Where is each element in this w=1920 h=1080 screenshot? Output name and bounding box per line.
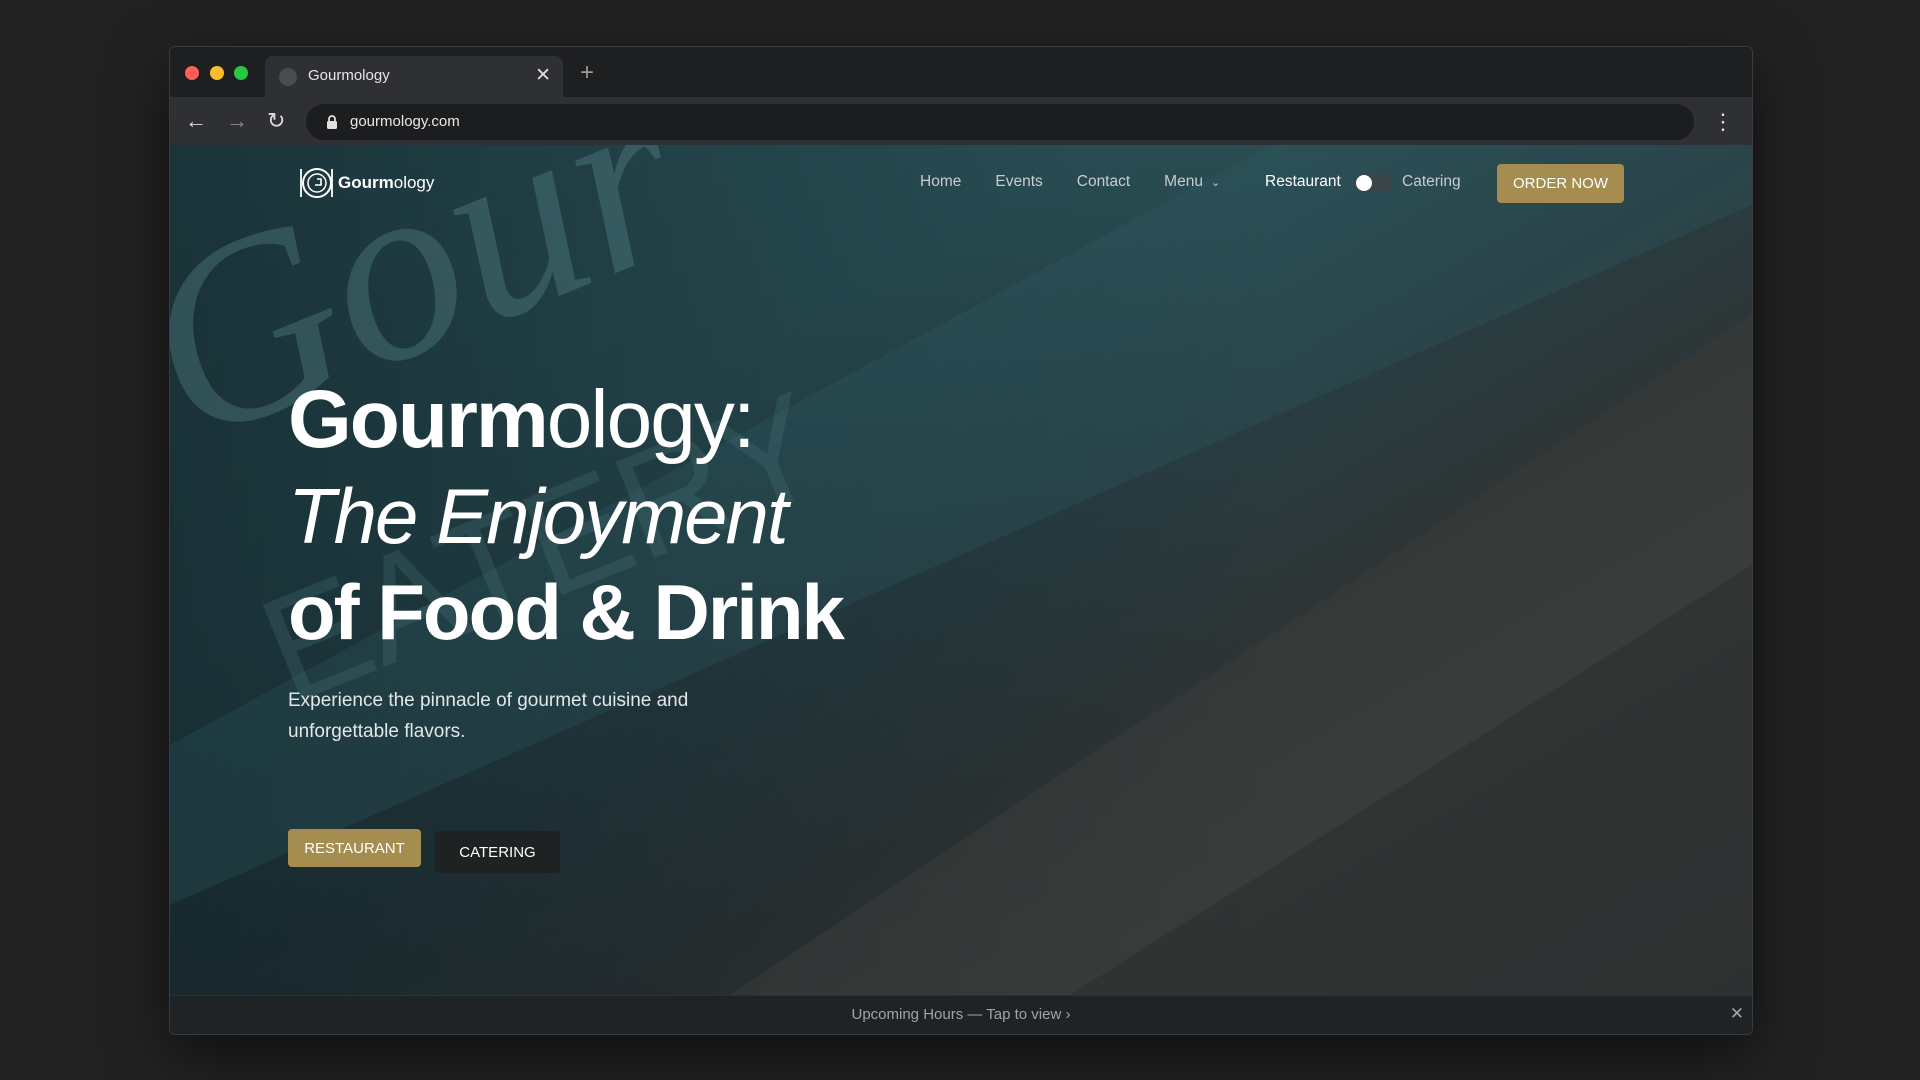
catering-button[interactable]: CATERING <box>435 831 560 873</box>
site-header: Gourmology Home Events Contact Menu ⌄ Res… <box>170 145 1752 221</box>
page-viewport: Gour EATERY Gourmology Home Events Conta… <box>170 145 1752 1034</box>
nav-menu-label: Menu <box>1164 173 1203 190</box>
upcoming-hours-link[interactable]: Upcoming Hours — Tap to view › <box>170 1006 1752 1023</box>
minimize-window-button[interactable] <box>210 66 224 80</box>
upcoming-hours-banner: Upcoming Hours — Tap to view › ✕ <box>170 995 1752 1034</box>
hero-title-light: ology: <box>546 374 756 465</box>
hero-title-line2: The Enjoyment <box>288 472 789 560</box>
hero-title-bold: Gourm <box>288 374 549 465</box>
browser-toolbar: ← → ↻ gourmology.com ⋮ <box>170 97 1752 145</box>
close-tab-icon[interactable]: ✕ <box>535 64 551 87</box>
nav-home[interactable]: Home <box>920 173 961 191</box>
close-banner-icon[interactable]: ✕ <box>1730 1004 1744 1024</box>
logo-icon <box>300 168 333 198</box>
restaurant-catering-toggle[interactable] <box>1354 174 1392 192</box>
site-logo[interactable]: Gourmology <box>298 165 434 201</box>
hero-subtitle: Experience the pinnacle of gourmet cuisi… <box>288 690 689 742</box>
hero-title-line1: Gourmology: <box>288 372 843 468</box>
hero-title-line3: of Food & Drink <box>288 568 845 656</box>
restaurant-button[interactable]: RESTAURANT <box>288 829 421 867</box>
tab-title: Gourmology <box>308 67 390 84</box>
toggle-knob <box>1356 175 1372 191</box>
logo-text-light: ology <box>393 173 435 192</box>
main-nav: Home Events Contact Menu ⌄ <box>920 173 1220 191</box>
browser-window: Gourmology ✕ + ← → ↻ gourmology.com ⋮ Go… <box>169 46 1753 1035</box>
browser-menu-icon[interactable]: ⋮ <box>1712 109 1734 135</box>
chevron-down-icon: ⌄ <box>1210 177 1221 189</box>
hero-headline: Gourmology: The Enjoyment of Food & Drin… <box>288 372 845 660</box>
nav-contact[interactable]: Contact <box>1077 173 1130 191</box>
back-arrow-icon[interactable]: ← <box>185 108 207 134</box>
nav-events[interactable]: Events <box>995 173 1042 191</box>
forward-arrow-icon[interactable]: → <box>226 108 248 134</box>
browser-tab[interactable]: Gourmology ✕ <box>265 56 563 97</box>
address-bar[interactable]: gourmology.com <box>306 104 1694 140</box>
order-now-button[interactable]: ORDER NOW <box>1497 164 1624 203</box>
new-tab-icon[interactable]: + <box>580 59 594 87</box>
logo-text: Gourmology <box>338 173 434 193</box>
nav-menu-dropdown[interactable]: Menu ⌄ <box>1164 173 1220 191</box>
tab-bar: Gourmology ✕ + <box>170 47 1752 97</box>
logo-text-bold: Gourm <box>338 173 394 192</box>
favicon-icon <box>279 68 297 86</box>
lock-icon <box>327 115 337 129</box>
reload-icon[interactable]: ↻ <box>267 108 285 134</box>
restaurant-mode-label[interactable]: Restaurant <box>1265 173 1341 191</box>
maximize-window-button[interactable] <box>234 66 248 80</box>
catering-mode-label[interactable]: Catering <box>1402 173 1461 191</box>
url-text: gourmology.com <box>350 113 460 130</box>
close-window-button[interactable] <box>185 66 199 80</box>
